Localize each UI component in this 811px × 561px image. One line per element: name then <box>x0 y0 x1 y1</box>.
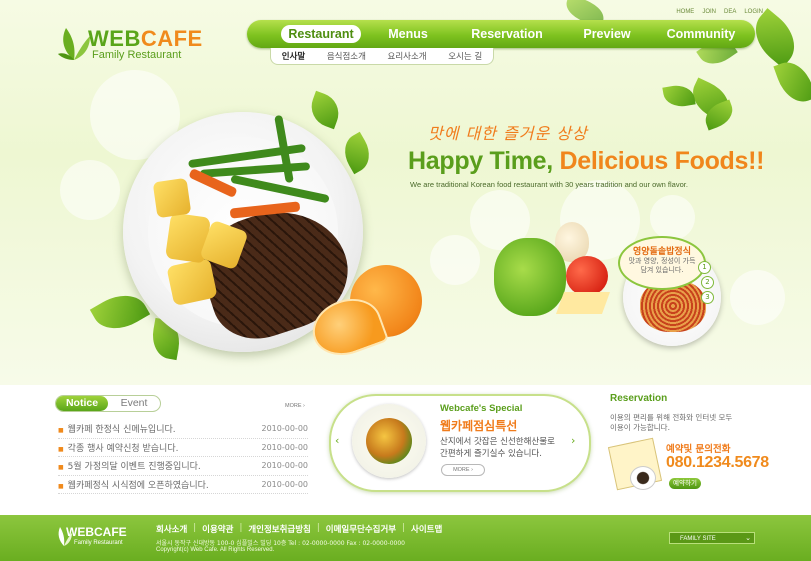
special-description-line: 산지에서 갓잡은 신선한해산물로 <box>440 437 555 447</box>
subnav-directions[interactable]: 오시는 길 <box>448 50 482 62</box>
footer-link-email-policy[interactable]: 이메일무단수집거부 <box>326 523 396 535</box>
reservation-phone-label: 예약및 문의전화 <box>666 444 731 455</box>
bubble-decoration <box>430 235 480 285</box>
menu-badge-title: 영양돌솥밥정식 <box>633 247 691 257</box>
notice-item[interactable]: ■ 웹카페정식 시식점에 오픈하였습니다. 2010-00-00 <box>58 476 309 494</box>
potato-image <box>152 177 192 219</box>
tomato-image <box>566 256 608 296</box>
special-korean-title: 웹카페점심특선 <box>440 419 518 433</box>
menu-badge[interactable]: 영양돌솥밥정식 맛과 영양, 정성이 가득 담겨 있습니다. <box>618 236 706 290</box>
footer-separator: | <box>402 523 406 533</box>
sub-navigation: 인사말 음식점소개 요리사소개 오시는 길 <box>270 48 494 65</box>
bullet-icon: ■ <box>58 445 64 453</box>
menu-badge-text1: 맛과 영양, 정성이 가득 <box>628 257 696 265</box>
notice-item-title: 웹카페정식 시식점에 오픈하였습니다. <box>67 480 209 491</box>
special-more-button[interactable]: MORE › <box>441 464 485 476</box>
bubble-decoration <box>730 270 785 325</box>
bubble-decoration <box>650 195 695 240</box>
reservation-phone-number: 080.1234.5678 <box>666 454 769 471</box>
tab-notice[interactable]: Notice <box>56 396 108 411</box>
utility-links: HOME JOIN DEA LOGIN <box>676 9 763 15</box>
bullet-icon: ■ <box>58 464 64 472</box>
subnav-greeting[interactable]: 인사말 <box>282 50 305 62</box>
notice-item-date: 2010-00-00 <box>261 461 309 471</box>
util-home-link[interactable]: HOME <box>676 9 694 15</box>
nav-menus[interactable]: Menus <box>373 27 443 41</box>
notice-item[interactable]: ■ 5월 가정의달 이벤트 진행중입니다. 2010-00-00 <box>58 457 308 476</box>
footer-logo-subtitle: Family Restaurant <box>74 540 123 546</box>
logo-leaf-icon <box>58 28 90 60</box>
bullet-icon: ■ <box>58 482 64 490</box>
special-prev-arrow-icon[interactable]: ‹ <box>335 434 339 447</box>
hero-korean-slogan: 맛에 대한 즐거운 상상 <box>428 124 588 143</box>
util-join-link[interactable]: JOIN <box>702 9 716 15</box>
reservation-description-line: 이용의 편리를 위해 전화와 인터넷 모두 <box>610 413 733 422</box>
footer-logo[interactable]: WEBCAFE <box>66 525 127 539</box>
reservation-title: Reservation <box>610 393 668 404</box>
reservation-description-line: 이용이 가능합니다. <box>610 423 670 432</box>
bubble-decoration <box>60 160 120 220</box>
subnav-chef-intro[interactable]: 요리사소개 <box>388 50 427 62</box>
coffee-cup-icon <box>630 466 656 490</box>
footer-link-sitemap[interactable]: 사이트맵 <box>411 523 442 535</box>
footer-copyright: Copyright(c) Web Cafe. All Rights Reserv… <box>156 547 275 553</box>
main-navigation: Restaurant Menus Reservation Preview Com… <box>247 20 755 48</box>
notice-item-date: 2010-00-00 <box>261 442 309 452</box>
notice-list: ■ 웹카페 한정식 신메뉴입니다. 2010-00-00 ■ 각종 행사 예약신청 … <box>58 420 308 494</box>
notice-item-title: 웹카페 한정식 신메뉴입니다. <box>67 425 176 436</box>
menu-badge-number-1[interactable]: 1 <box>698 261 711 274</box>
special-description: 산지에서 갓잡은 신선한해산물로 간편하게 즐기실수 있습니다. <box>440 436 580 460</box>
footer-separator: | <box>193 523 197 533</box>
reservation-button[interactable]: 예약하기 <box>669 478 701 489</box>
special-dish-image[interactable] <box>366 418 412 464</box>
notice-tabs: Notice Event <box>55 395 161 412</box>
cheese-image <box>555 292 611 314</box>
bullet-icon: ■ <box>58 427 64 435</box>
footer-separator: | <box>316 523 320 533</box>
nav-community[interactable]: Community <box>659 27 743 41</box>
footer-separator: | <box>239 523 243 533</box>
hero-headline: Happy Time, Delicious Foods!! <box>408 147 764 176</box>
nav-restaurant[interactable]: Restaurant <box>281 25 361 43</box>
subnav-restaurant-intro[interactable]: 음식점소개 <box>327 50 366 62</box>
notice-item-title: 5월 가정의달 이벤트 진행중입니다. <box>67 462 201 473</box>
lettuce-image <box>494 238 566 316</box>
hero-tagline: We are traditional Korean food restauran… <box>410 180 688 189</box>
notice-item-date: 2010-00-00 <box>261 479 309 489</box>
nav-reservation[interactable]: Reservation <box>459 27 555 41</box>
tab-event[interactable]: Event <box>108 396 160 411</box>
notice-item-date: 2010-00-00 <box>261 424 309 434</box>
footer-link-terms[interactable]: 이용약관 <box>202 523 233 535</box>
footer-link-privacy[interactable]: 개인정보취급방침 <box>248 523 311 535</box>
footer-link-about[interactable]: 회사소개 <box>156 523 187 535</box>
notice-item-title: 각종 행사 예약신청 받습니다. <box>67 443 179 454</box>
logo-text-part1: WEB <box>88 26 141 51</box>
util-login-link[interactable]: LOGIN <box>744 9 763 15</box>
family-site-label: FAMILY SITE <box>680 536 716 542</box>
menu-badge-number-2[interactable]: 2 <box>701 276 714 289</box>
logo-text-part2: CAFE <box>140 26 203 51</box>
footer-links: 회사소개 | 이용약관 | 개인정보취급방침 | 이메일무단수집거부 | 사이트… <box>156 523 442 535</box>
special-title: Webcafe's Special <box>440 403 523 414</box>
menu-badge-number-3[interactable]: 3 <box>701 291 714 304</box>
notice-item[interactable]: ■ 웹카페 한정식 신메뉴입니다. 2010-00-00 <box>58 420 308 439</box>
notice-more-link[interactable]: MORE › <box>285 403 305 409</box>
nav-preview[interactable]: Preview <box>575 27 639 41</box>
headline-green-part: Happy Time, <box>408 147 560 175</box>
footer-address: 서울시 동작구 신대방동 100-0 심플빌스 빌딩 10층 Tel : 02-… <box>156 540 405 547</box>
notice-item[interactable]: ■ 각종 행사 예약신청 받습니다. 2010-00-00 <box>58 439 309 457</box>
reservation-description: 이용의 편리를 위해 전화와 인터넷 모두 이용이 가능합니다. <box>610 413 750 433</box>
chevron-down-icon: ⌄ <box>745 535 751 542</box>
headline-orange-part: Delicious Foods!! <box>559 147 765 175</box>
logo-subtitle: Family Restaurant <box>92 49 182 61</box>
family-site-select[interactable]: FAMILY SITE ⌄ <box>669 532 755 544</box>
menu-badge-text2: 담겨 있습니다. <box>640 266 684 274</box>
special-description-line: 간편하게 즐기실수 있습니다. <box>440 449 542 459</box>
util-dea-link[interactable]: DEA <box>724 9 736 15</box>
